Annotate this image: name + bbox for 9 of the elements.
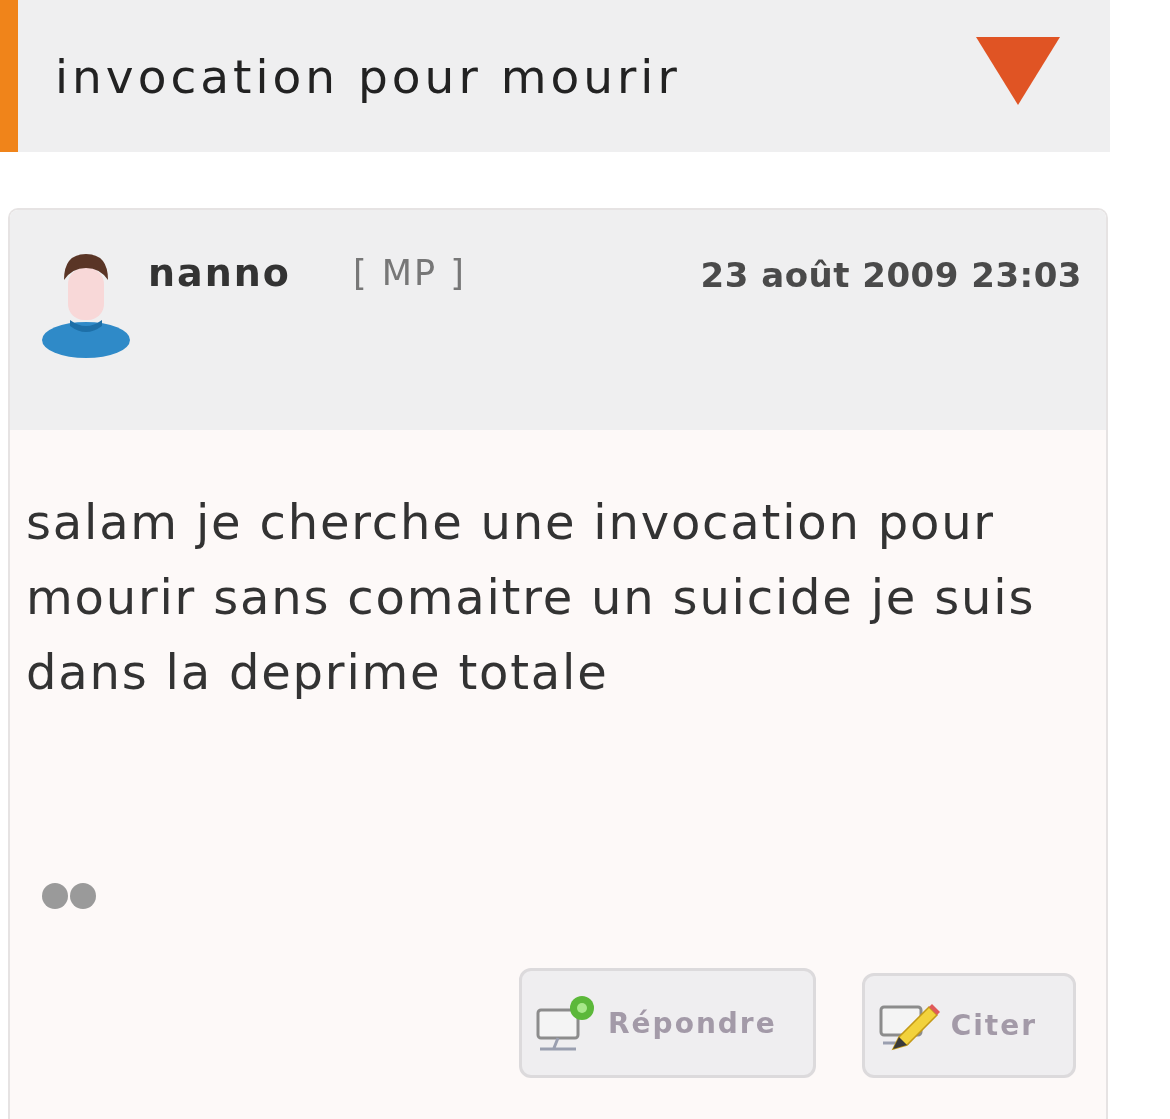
post-message: salam je cherche une invocation pour mourir sans comaitre un suicide je suis dans la deprime totale — [26, 493, 1037, 702]
caret-icon[interactable] — [976, 37, 1060, 105]
pm-link[interactable]: [ MP ] — [352, 250, 466, 296]
topic-title: invocation pour mourir — [55, 48, 681, 104]
double-disc-icon — [40, 882, 98, 910]
post-date: 23 août 2009 23:03 — [700, 254, 1082, 297]
reply-button[interactable]: Répondre — [519, 968, 816, 1078]
quote-button[interactable]: Citer — [861, 973, 1076, 1078]
username[interactable]: nanno — [148, 250, 291, 296]
